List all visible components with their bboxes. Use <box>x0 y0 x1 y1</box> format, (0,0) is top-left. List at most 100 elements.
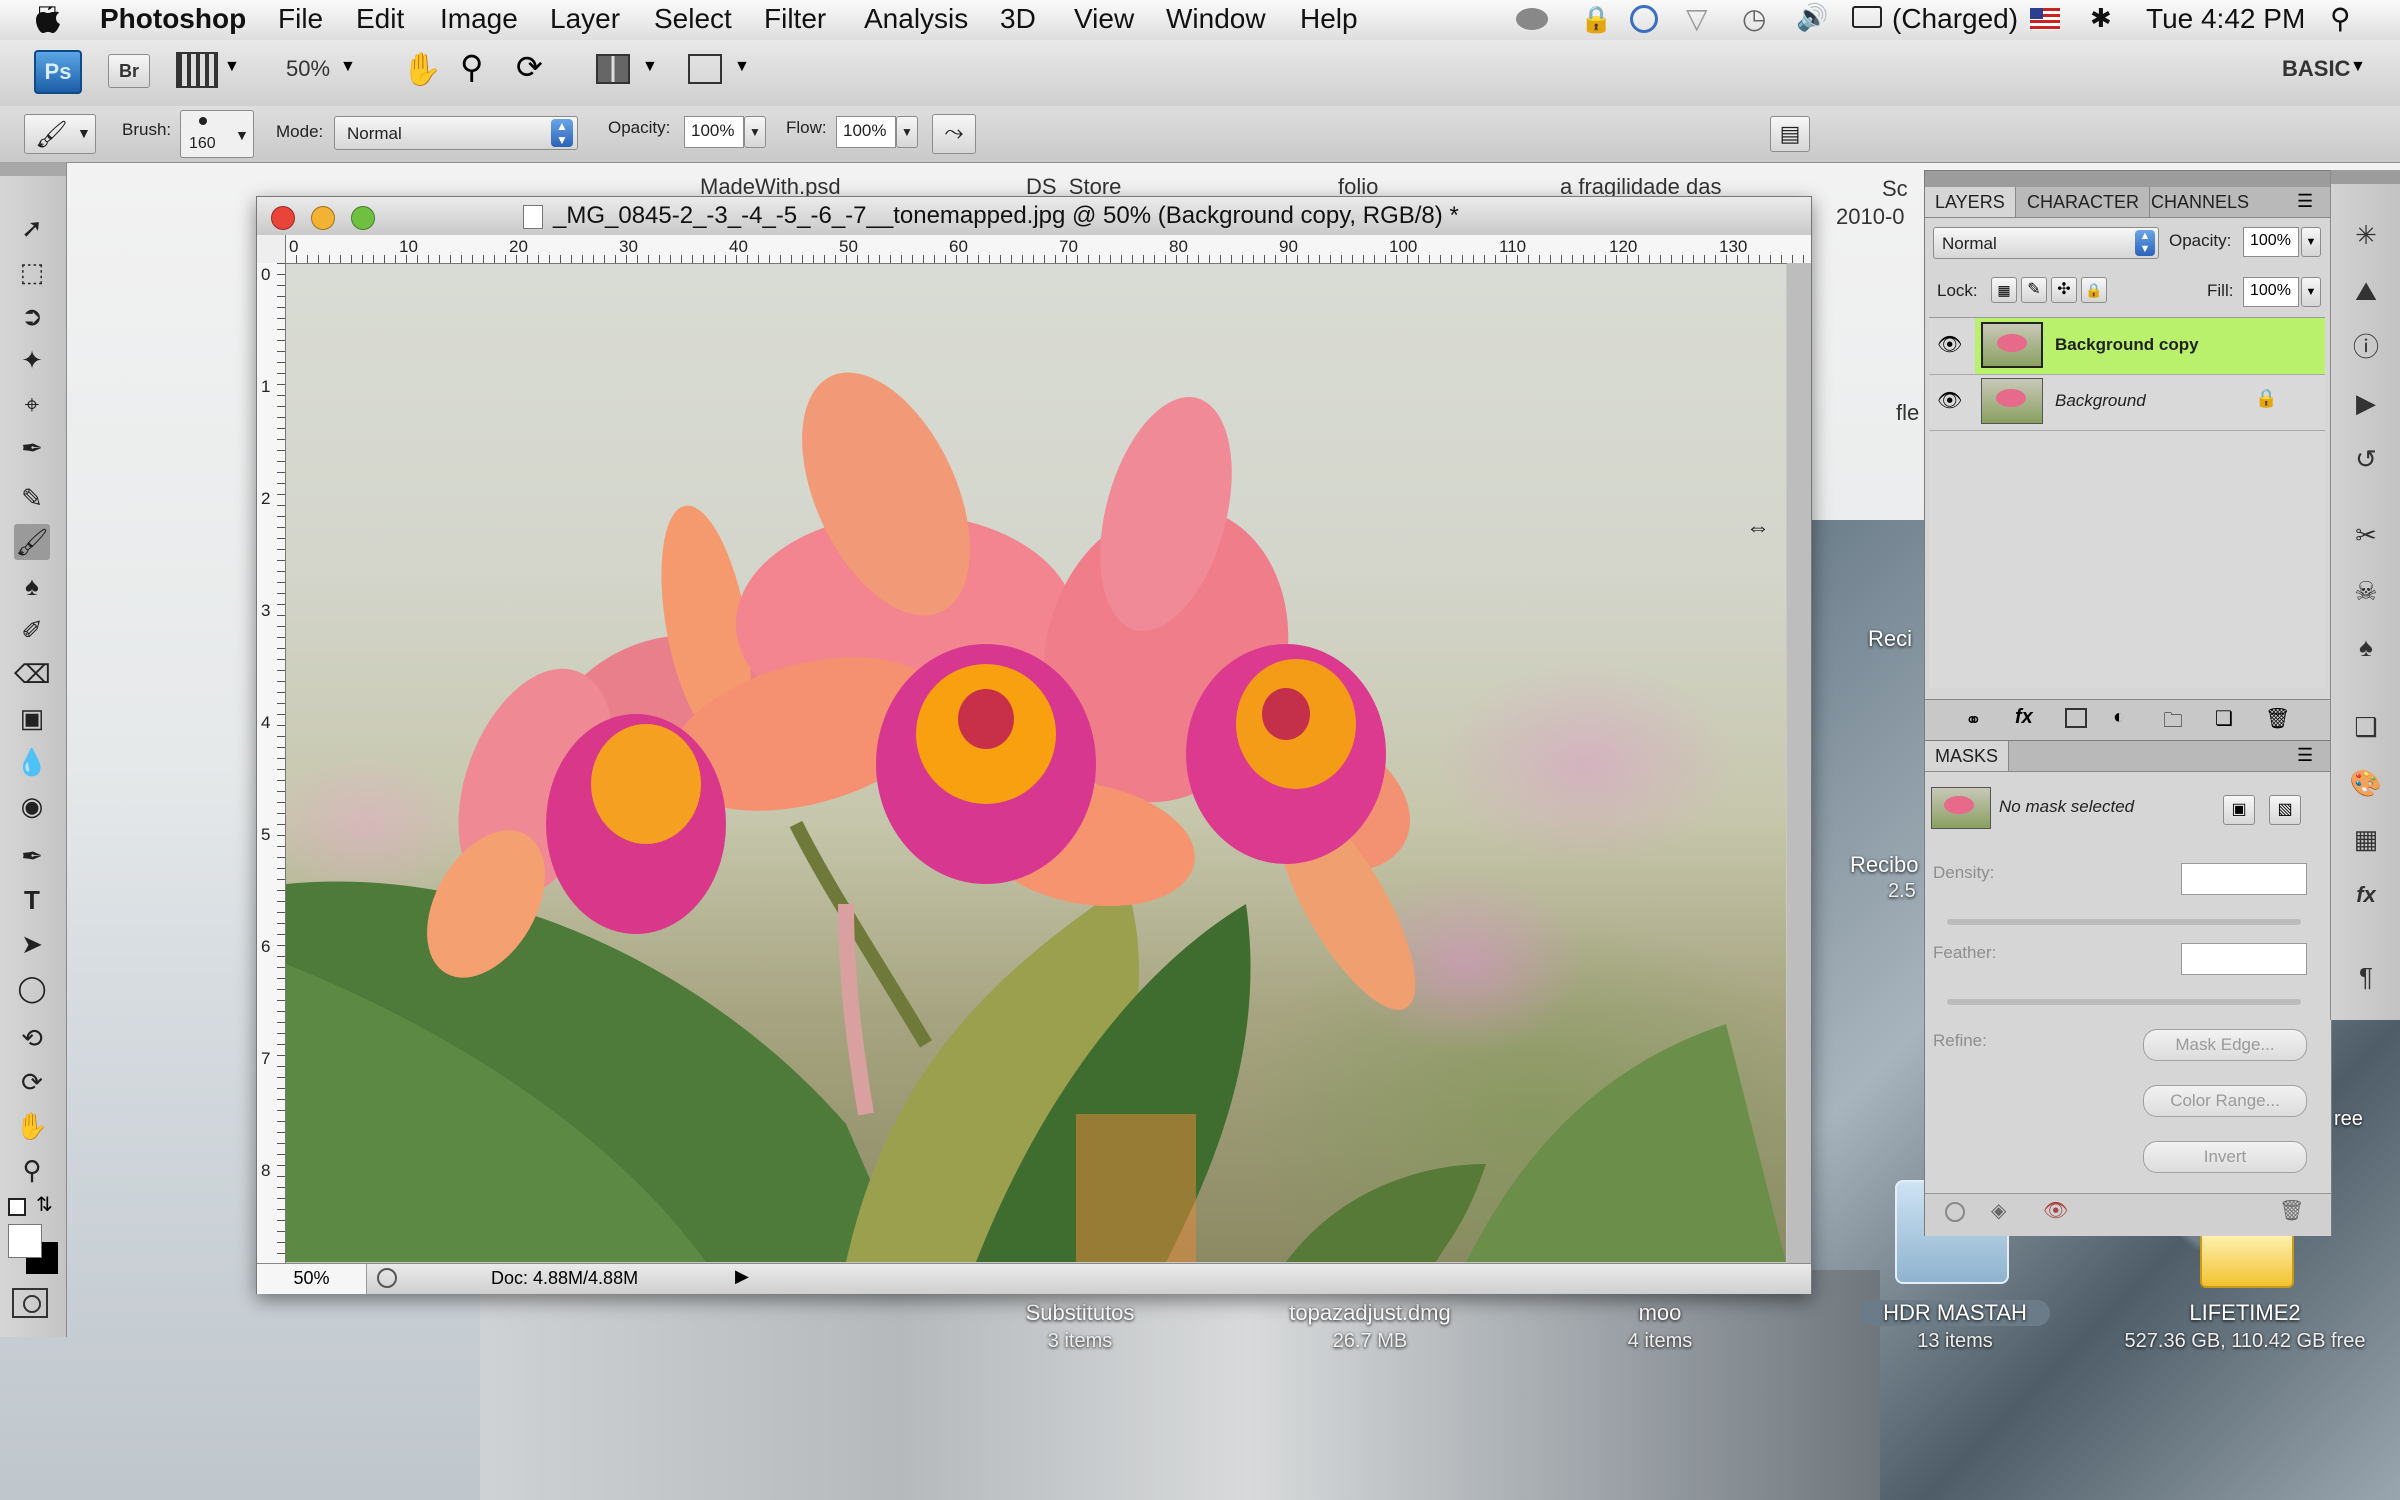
panel-menu-icon[interactable]: ☰ <box>2297 191 2313 212</box>
desktop-icon-label[interactable]: HDR MASTAH <box>1860 1300 2050 1326</box>
eyedropper-tool-icon[interactable]: ✒ <box>14 430 50 466</box>
desktop-file-label[interactable]: 2010-0 <box>1836 204 1905 230</box>
lifetime2-drive-icon[interactable] <box>2200 1230 2294 1288</box>
marquee-tool-icon[interactable]: ⬚ <box>14 254 50 290</box>
drive-status-icon[interactable] <box>1516 8 1548 30</box>
hand-tool-icon[interactable]: ✋ <box>402 50 442 88</box>
actions-play-icon[interactable]: ▶ <box>2349 386 2383 420</box>
apple-logo-icon[interactable] <box>34 5 62 35</box>
zoom-tool-icon[interactable]: ⚲ <box>14 1152 50 1188</box>
navigator-icon[interactable]: ✳ <box>2349 218 2383 252</box>
tab-channels[interactable]: CHANNELS <box>2141 187 2259 217</box>
lock-pixels-icon[interactable]: ✎ <box>2021 277 2047 303</box>
foreground-color-swatch[interactable] <box>8 1224 42 1258</box>
workspace-switcher[interactable]: BASIC <box>2282 56 2350 82</box>
chevron-down-icon[interactable]: ▼ <box>2301 277 2321 307</box>
stamp-icon[interactable]: ♠ <box>2349 630 2383 664</box>
layer-row[interactable]: 👁 Background 🔒 <box>1929 374 2325 431</box>
us-flag-icon[interactable] <box>2030 8 2060 30</box>
color-palette-icon[interactable]: 🎨 <box>2349 766 2383 800</box>
healing-brush-tool-icon[interactable]: ✎ <box>14 480 50 516</box>
close-window-button[interactable] <box>271 206 295 230</box>
opacity-slider-toggle[interactable]: ▼ <box>744 116 766 148</box>
volume-icon[interactable]: 🔊 <box>1796 2 1828 33</box>
brush-tool-icon[interactable]: 🖌 <box>14 524 50 560</box>
feather-slider[interactable] <box>1947 999 2301 1005</box>
add-mask-icon[interactable] <box>2065 708 2087 728</box>
swap-colors-icon[interactable]: ⇅ <box>36 1192 53 1217</box>
lasso-tool-icon[interactable]: ➲ <box>14 298 50 334</box>
layer-row[interactable]: 👁 Background copy <box>1929 318 2325 375</box>
tool-presets-icon[interactable]: ✂ <box>2349 518 2383 552</box>
menu-analysis[interactable]: Analysis <box>864 3 968 35</box>
rotate-view-icon[interactable]: ⟳ <box>516 48 543 86</box>
delete-layer-icon[interactable]: 🗑 <box>2265 706 2290 731</box>
flow-input[interactable]: 100% <box>836 116 896 148</box>
horizontal-ruler[interactable]: 0 10 20 30 40 50 60 70 80 90 100 110 120… <box>285 235 1811 264</box>
zoom-tool-icon[interactable]: ⚲ <box>460 48 483 86</box>
default-colors-icon[interactable] <box>8 1198 26 1216</box>
history-icon[interactable]: ↺ <box>2349 442 2383 476</box>
invert-button[interactable]: Invert <box>2143 1141 2307 1173</box>
menu-layer[interactable]: Layer <box>550 3 620 35</box>
brush-preset-picker[interactable]: 160 ▼ <box>180 110 254 158</box>
magic-wand-tool-icon[interactable]: ✦ <box>14 342 50 378</box>
zoom-window-button[interactable] <box>351 206 375 230</box>
wifi-icon[interactable]: ▽ <box>1686 2 1708 35</box>
density-slider[interactable] <box>1947 919 2301 925</box>
layer-opacity-input[interactable]: 100% <box>2243 227 2299 257</box>
document-title-bar[interactable]: _MG_0845-2_-3_-4_-5_-6_-7__tonemapped.jp… <box>257 197 1811 236</box>
crop-tool-icon[interactable]: ⌖ <box>14 386 50 422</box>
zoom-level[interactable]: 50% <box>286 56 330 82</box>
visibility-eye-icon[interactable]: 👁 <box>1937 332 1962 357</box>
menu-filter[interactable]: Filter <box>764 3 826 35</box>
menu-select[interactable]: Select <box>654 3 732 35</box>
menu-view[interactable]: View <box>1074 3 1134 35</box>
desktop-file-label[interactable]: Recibo <box>1850 852 1918 878</box>
flow-slider-toggle[interactable]: ▼ <box>896 116 918 148</box>
load-selection-icon[interactable] <box>1945 1202 1965 1222</box>
3d-panel-icon[interactable]: ❑ <box>2349 710 2383 744</box>
arrange-documents-icon[interactable] <box>596 54 630 84</box>
link-layers-icon[interactable]: ⚭ <box>1965 708 1982 733</box>
new-layer-icon[interactable]: ❏ <box>2215 706 2233 731</box>
eraser-tool-icon[interactable]: ⌫ <box>14 656 51 692</box>
dodge-tool-icon[interactable]: ◉ <box>14 788 50 824</box>
shape-tool-icon[interactable]: ◯ <box>14 970 50 1006</box>
chevron-down-icon[interactable]: ▼ <box>2301 227 2321 257</box>
clone-source-icon[interactable]: ☠ <box>2349 574 2383 608</box>
feather-input[interactable] <box>2181 943 2307 975</box>
chevron-down-icon[interactable]: ▼ <box>734 58 750 76</box>
chevron-down-icon[interactable]: ▼ <box>224 58 240 76</box>
lock-icon[interactable]: 🔒 <box>1580 4 1612 35</box>
desktop-icon-label[interactable]: moo <box>1580 1300 1740 1326</box>
menubar-clock[interactable]: Tue 4:42 PM <box>2146 3 2305 35</box>
menu-help[interactable]: Help <box>1300 3 1358 35</box>
document-proxy-icon[interactable] <box>523 205 543 229</box>
3d-rotate-tool-icon[interactable]: ⟲ <box>14 1020 50 1056</box>
bluetooth-icon[interactable]: ✱ <box>2090 3 2112 34</box>
sync-status-icon[interactable] <box>1630 5 1658 33</box>
history-brush-tool-icon[interactable]: ✐ <box>14 612 50 648</box>
vertical-ruler[interactable]: 0 1 2 3 4 5 6 7 8 <box>257 263 286 1263</box>
paragraph-icon[interactable]: ¶ <box>2349 960 2383 994</box>
3d-orbit-tool-icon[interactable]: ⟳ <box>14 1064 50 1100</box>
type-tool-icon[interactable]: T <box>14 882 50 918</box>
density-input[interactable] <box>2181 863 2307 895</box>
add-vector-mask-icon[interactable]: ▧ <box>2269 795 2301 825</box>
app-menu-photoshop[interactable]: Photoshop <box>100 3 246 35</box>
status-info-icon[interactable] <box>377 1268 397 1288</box>
dock-header[interactable] <box>2331 170 2400 184</box>
mask-edge-button[interactable]: Mask Edge... <box>2143 1029 2307 1061</box>
desktop-file-label[interactable]: Sc <box>1882 176 1908 202</box>
menu-image[interactable]: Image <box>440 3 518 35</box>
apply-mask-icon[interactable]: ◈ <box>1991 1198 2006 1223</box>
tab-masks[interactable]: MASKS <box>1925 741 2010 771</box>
clone-stamp-tool-icon[interactable]: ♠ <box>14 568 50 604</box>
desktop-file-label[interactable]: fle <box>1896 400 1919 426</box>
path-selection-tool-icon[interactable]: ➤ <box>14 926 50 962</box>
desktop-icon-label[interactable]: Substitutos <box>980 1300 1180 1326</box>
swatches-grid-icon[interactable]: ▦ <box>2349 822 2383 856</box>
histogram-icon[interactable]: ⛰ <box>2349 274 2383 308</box>
status-zoom-field[interactable]: 50% <box>257 1264 367 1294</box>
